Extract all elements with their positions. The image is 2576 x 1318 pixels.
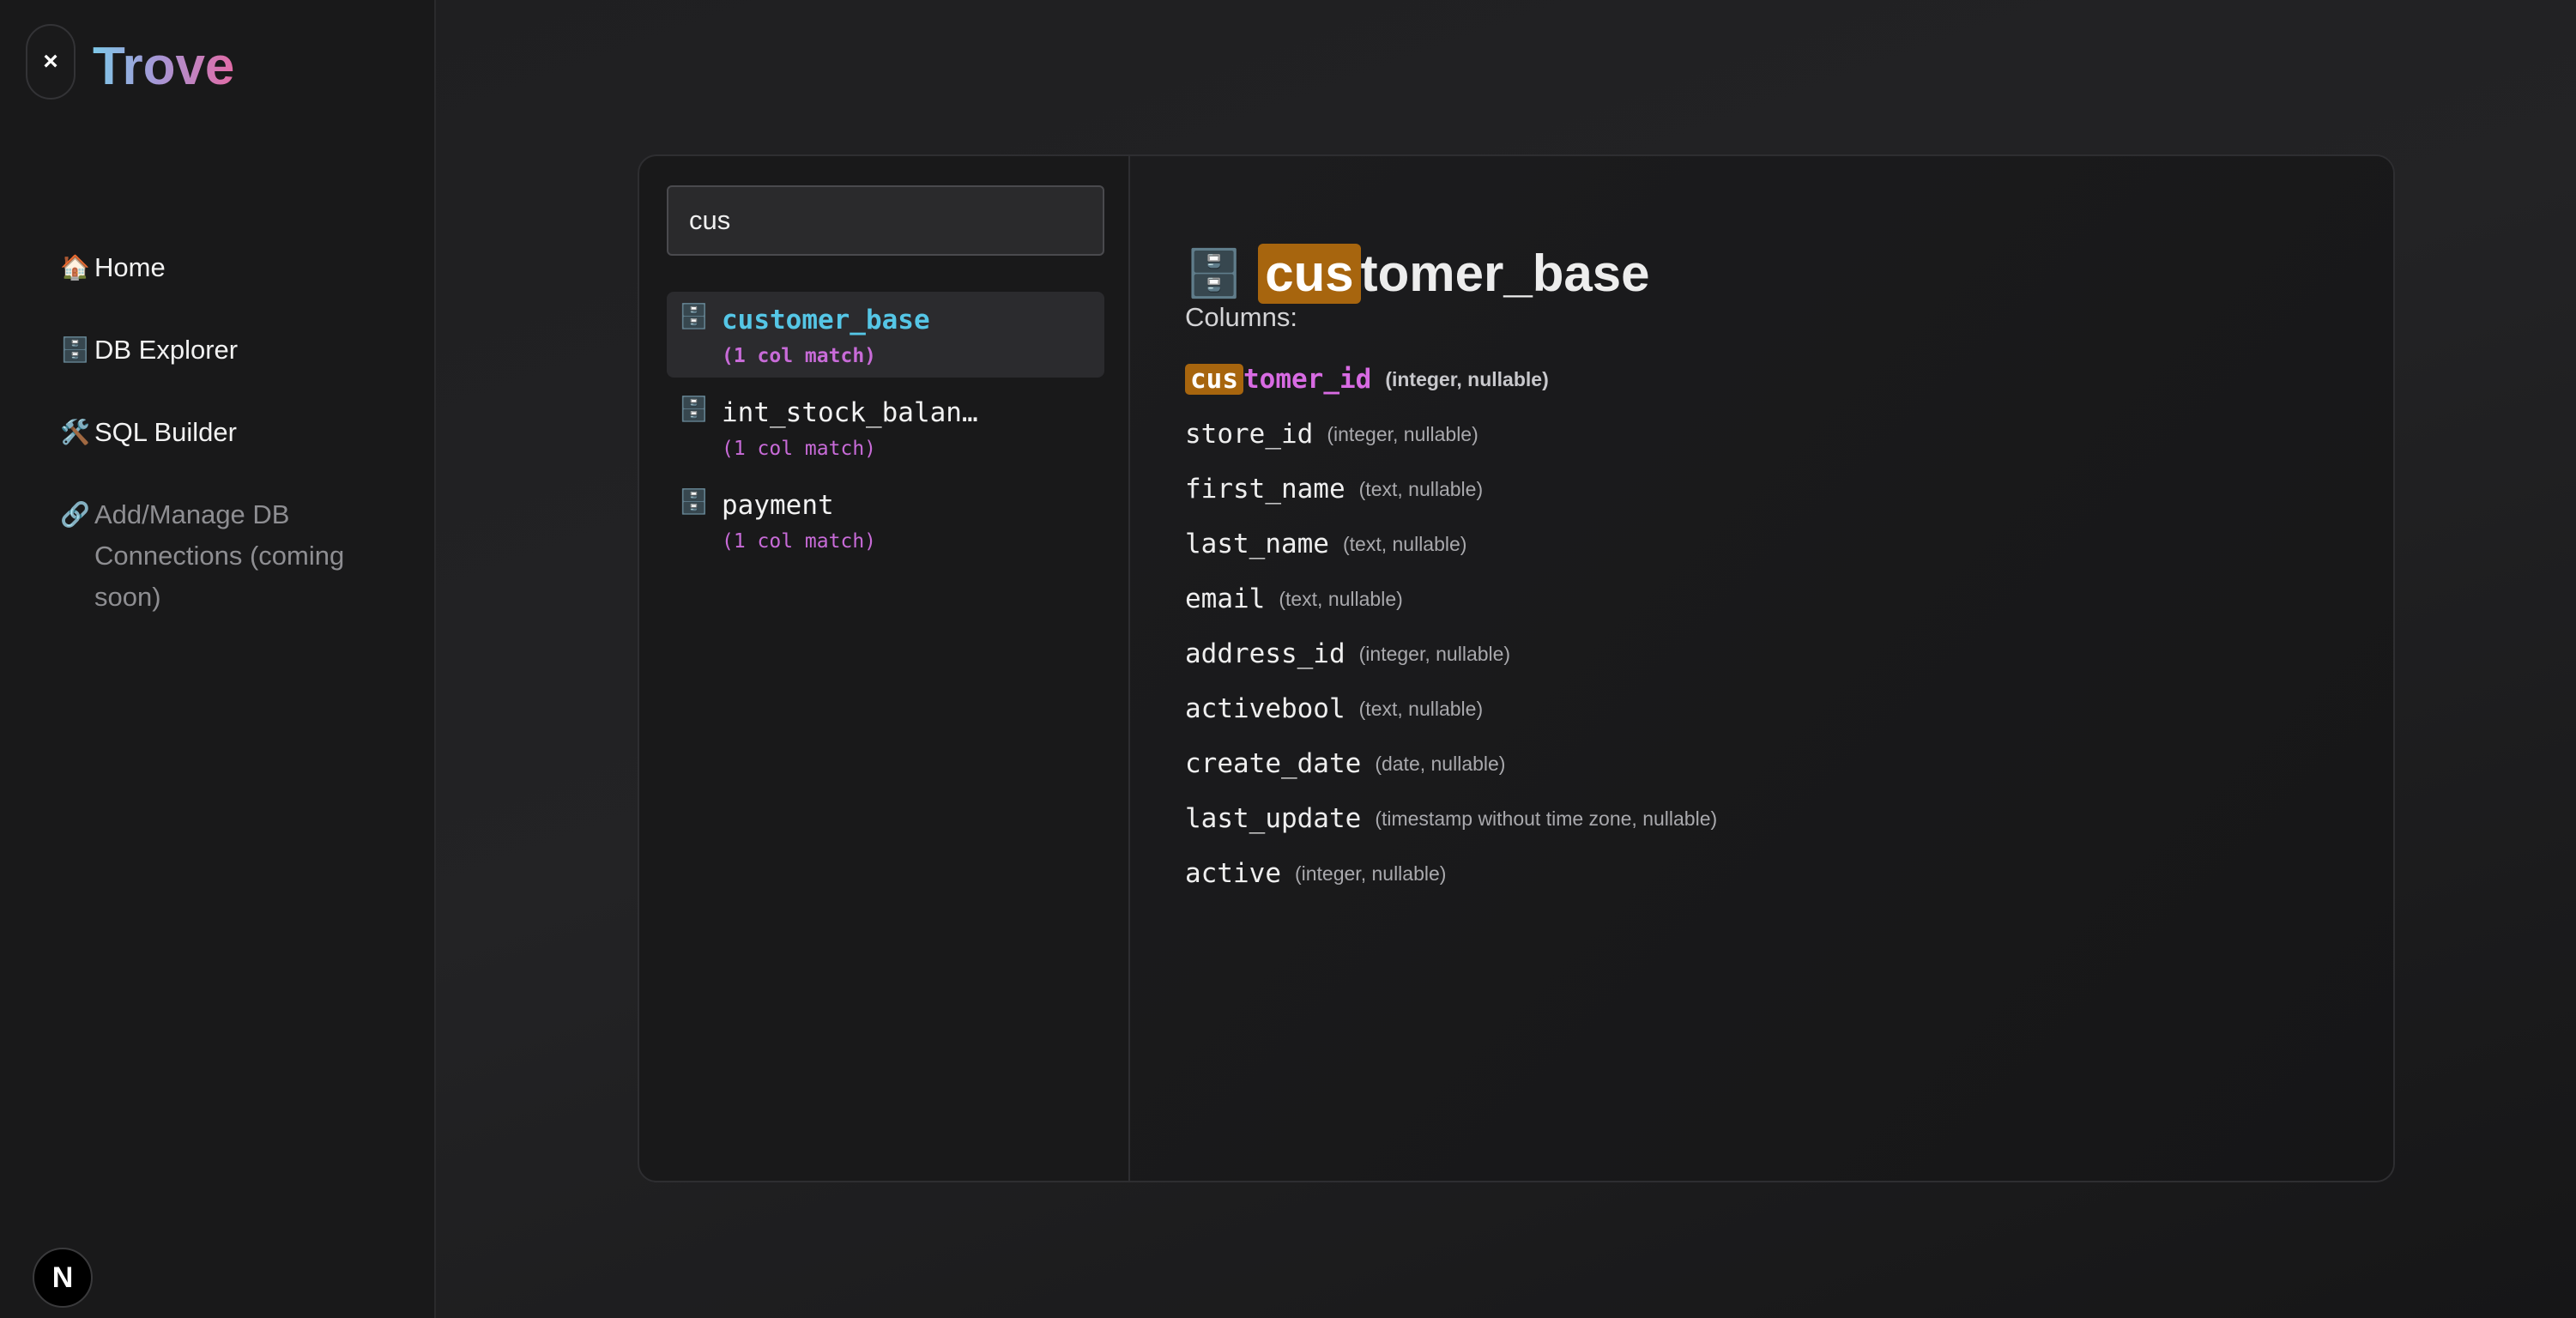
column-type: (integer, nullable) bbox=[1327, 422, 1478, 445]
result-match-count: (1 col match) bbox=[722, 530, 877, 553]
results-list: 🗄️ customer_base (1 col match) 🗄️ int_st… bbox=[667, 292, 1104, 570]
main-area: 🗄️ customer_base (1 col match) 🗄️ int_st… bbox=[436, 0, 2576, 1318]
column-type: (integer, nullable) bbox=[1294, 862, 1447, 885]
close-sidebar-button[interactable]: × bbox=[26, 24, 76, 100]
sidebar-item-label: Home bbox=[94, 252, 166, 282]
column-type: (date, nullable) bbox=[1375, 752, 1506, 775]
result-item-int-stock-balance[interactable]: 🗄️ int_stock_balan… (1 col match) bbox=[667, 384, 1104, 470]
result-match-count: (1 col match) bbox=[722, 345, 877, 367]
result-name: payment bbox=[722, 490, 834, 521]
app-root: × Trove 🏠 Home 🗄️ DB Explorer 🛠️ SQL Bui… bbox=[0, 0, 2576, 1318]
column-type: (integer, nullable) bbox=[1385, 367, 1549, 390]
link-icon: 🔗 bbox=[60, 501, 90, 528]
column-row: last_name (text, nullable) bbox=[1185, 517, 1717, 571]
column-row: store_id (integer, nullable) bbox=[1185, 407, 1717, 462]
sidebar-item-label: DB Explorer bbox=[94, 335, 239, 365]
column-row: last_update (timestamp without time zone… bbox=[1185, 791, 1717, 846]
columns-heading: Columns: bbox=[1185, 302, 1297, 332]
result-match-count: (1 col match) bbox=[722, 438, 877, 460]
column-type: (text, nullable) bbox=[1342, 532, 1467, 555]
column-name: first_name bbox=[1185, 474, 1345, 505]
nextjs-badge[interactable]: N bbox=[33, 1248, 93, 1308]
column-name: activebool bbox=[1185, 693, 1345, 724]
title-highlight: cus bbox=[1258, 244, 1361, 305]
sidebar-item-db-explorer[interactable]: 🗄️ DB Explorer bbox=[60, 330, 386, 371]
result-item-payment[interactable]: 🗄️ payment (1 col match) bbox=[667, 477, 1104, 563]
column-type: (timestamp without time zone, nullable) bbox=[1375, 807, 1718, 830]
search-input[interactable] bbox=[667, 185, 1104, 256]
column-type: (text, nullable) bbox=[1358, 697, 1484, 720]
column-type: (text, nullable) bbox=[1358, 477, 1484, 500]
explorer-panel: 🗄️ customer_base (1 col match) 🗄️ int_st… bbox=[638, 154, 2395, 1182]
tools-icon: 🛠️ bbox=[60, 419, 90, 445]
column-name: email bbox=[1185, 583, 1266, 614]
sidebar-item-sql-builder[interactable]: 🛠️ SQL Builder bbox=[60, 412, 386, 453]
file-cabinet-icon: 🗄️ bbox=[679, 303, 709, 330]
file-cabinet-icon: 🗄️ bbox=[679, 488, 709, 515]
result-name: int_stock_balan… bbox=[722, 397, 978, 428]
column-name: last_name bbox=[1185, 529, 1329, 559]
table-title: 🗄️ cus tomer_base bbox=[1185, 244, 1650, 305]
sidebar-item-db-connections: 🔗 Add/Manage DB Connections (coming soon… bbox=[60, 494, 386, 618]
result-name: customer_base bbox=[722, 305, 930, 336]
file-cabinet-icon: 🗄️ bbox=[1185, 248, 1243, 300]
title-rest: tomer_base bbox=[1360, 245, 1650, 303]
column-name: cus tomer_id bbox=[1185, 364, 1371, 395]
column-name: create_date bbox=[1185, 748, 1362, 779]
column-row: cus tomer_id (integer, nullable) bbox=[1185, 352, 1717, 407]
column-name-highlight: cus bbox=[1185, 364, 1243, 395]
column-row: active (integer, nullable) bbox=[1185, 846, 1717, 901]
file-cabinet-icon: 🗄️ bbox=[679, 396, 709, 422]
column-name: address_id bbox=[1185, 638, 1345, 669]
column-row: email (text, nullable) bbox=[1185, 571, 1717, 626]
column-row: first_name (text, nullable) bbox=[1185, 462, 1717, 517]
sidebar-item-label: SQL Builder bbox=[94, 417, 237, 447]
column-row: activebool (text, nullable) bbox=[1185, 681, 1717, 736]
results-pane: 🗄️ customer_base (1 col match) 🗄️ int_st… bbox=[639, 156, 1130, 1181]
home-icon: 🏠 bbox=[60, 254, 90, 281]
column-type: (integer, nullable) bbox=[1358, 642, 1511, 665]
columns-list: cus tomer_id (integer, nullable) store_id… bbox=[1185, 352, 1717, 901]
column-row: create_date (date, nullable) bbox=[1185, 736, 1717, 791]
table-detail-pane: 🗄️ cus tomer_base Columns: cus tomer_id (i… bbox=[1130, 156, 2393, 1181]
column-row: address_id (integer, nullable) bbox=[1185, 626, 1717, 681]
nextjs-icon: N bbox=[51, 1261, 74, 1294]
brand-logo[interactable]: Trove bbox=[93, 33, 234, 101]
sidebar-item-label: Add/Manage DB Connections (coming soon) bbox=[94, 499, 345, 612]
column-name: active bbox=[1185, 858, 1281, 889]
sidebar-item-home[interactable]: 🏠 Home bbox=[60, 247, 386, 288]
column-name: last_update bbox=[1185, 803, 1362, 834]
column-name-rest: tomer_id bbox=[1243, 364, 1372, 395]
sidebar-nav: 🏠 Home 🗄️ DB Explorer 🛠️ SQL Builder 🔗 A… bbox=[60, 247, 386, 659]
sidebar: × Trove 🏠 Home 🗄️ DB Explorer 🛠️ SQL Bui… bbox=[0, 0, 436, 1318]
close-icon: × bbox=[43, 47, 58, 76]
file-cabinet-icon: 🗄️ bbox=[60, 336, 90, 363]
column-type: (text, nullable) bbox=[1279, 587, 1403, 610]
result-item-customer-base[interactable]: 🗄️ customer_base (1 col match) bbox=[667, 292, 1104, 378]
column-name: store_id bbox=[1185, 419, 1314, 450]
